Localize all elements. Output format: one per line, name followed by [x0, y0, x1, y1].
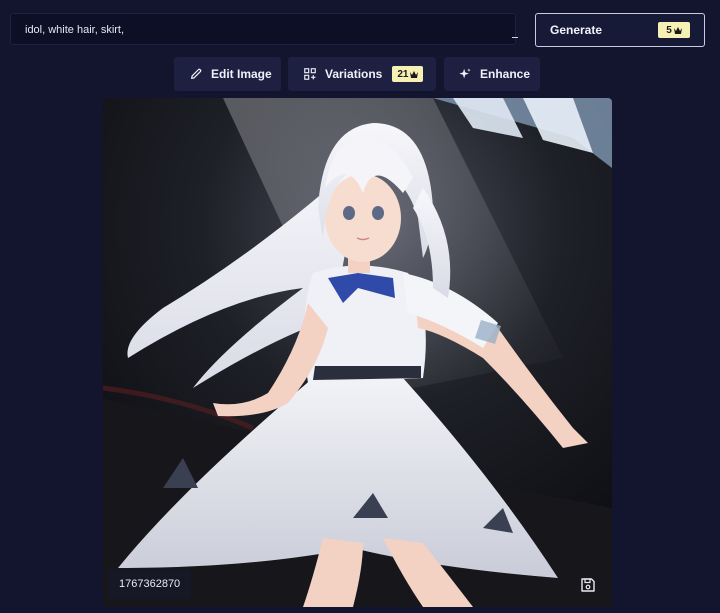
generate-cost: 5: [666, 24, 672, 36]
variations-cost-badge: 21: [392, 66, 424, 82]
text-caret: [512, 37, 518, 38]
prompt-input[interactable]: idol, white hair, skirt,: [10, 13, 516, 45]
seed-badge[interactable]: 1767362870: [108, 569, 192, 599]
prompt-text[interactable]: idol, white hair, skirt,: [25, 14, 124, 46]
save-image-button[interactable]: [578, 575, 598, 595]
generated-image[interactable]: [103, 98, 612, 607]
generate-button[interactable]: Generate 5: [535, 13, 705, 47]
crown-icon: [673, 26, 682, 34]
enhance-button[interactable]: Enhance: [444, 57, 540, 91]
variations-label: Variations: [325, 67, 383, 81]
edit-image-label: Edit Image: [211, 67, 272, 81]
variations-button[interactable]: Variations 21: [288, 57, 436, 91]
pencil-icon: [191, 68, 202, 79]
grid-plus-icon: [304, 68, 316, 80]
crown-icon: [410, 70, 419, 78]
sparkle-icon: [459, 68, 471, 79]
variations-cost: 21: [397, 68, 409, 80]
anime-illustration: [103, 98, 612, 607]
generate-label: Generate: [550, 23, 603, 37]
generate-cost-badge: 5: [658, 22, 690, 38]
enhance-label: Enhance: [480, 67, 531, 81]
floppy-disk-icon: [581, 578, 595, 592]
edit-image-button[interactable]: Edit Image: [174, 57, 281, 91]
